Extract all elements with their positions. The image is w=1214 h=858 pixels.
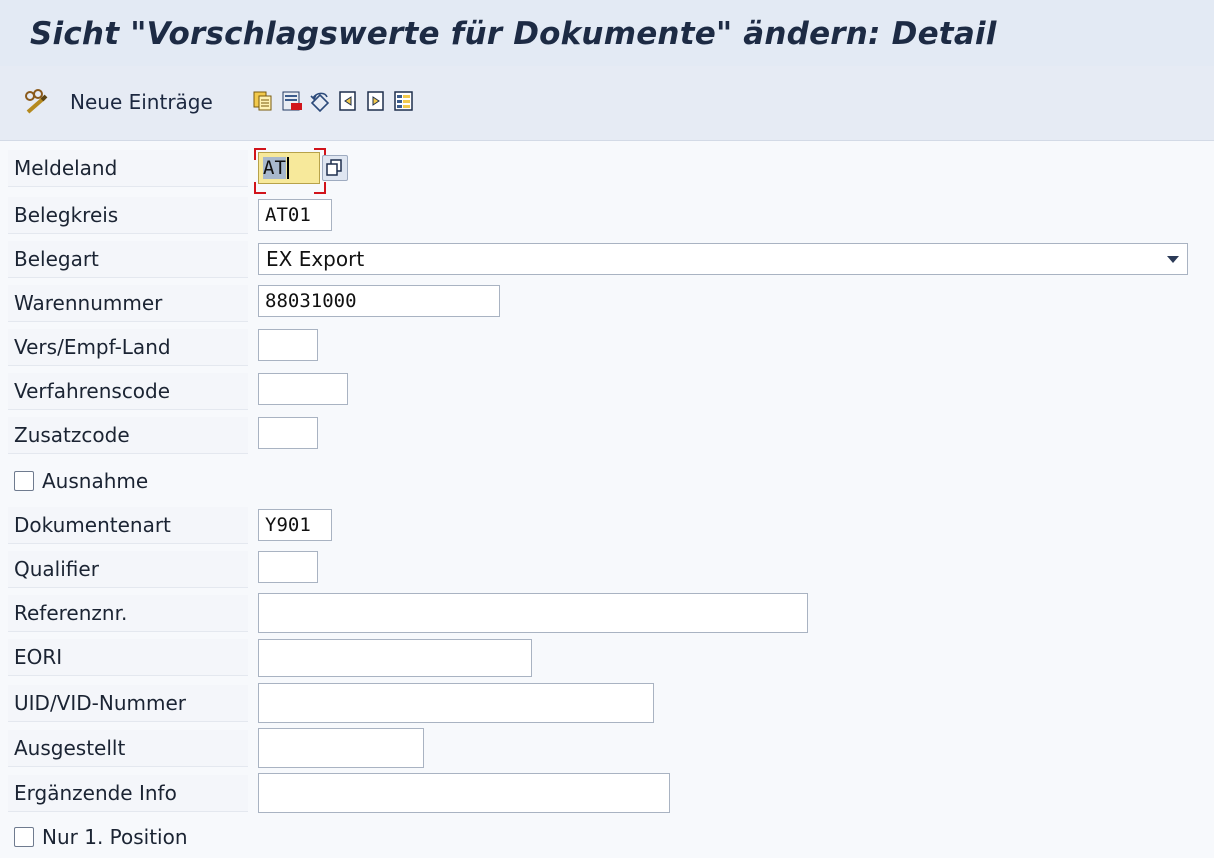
ergaenzende-info-label: Ergänzende Info — [14, 781, 177, 805]
row-belegart: Belegart EX Export — [0, 241, 1214, 278]
referenznr-input[interactable] — [258, 593, 808, 633]
dokumentenart-label: Dokumentenart — [14, 513, 171, 537]
detail-form: Meldeland AT Belegkreis AT01 Belegart EX… — [0, 141, 1214, 858]
row-nur-1-position: Nur 1. Position — [0, 819, 1214, 855]
qualifier-label: Qualifier — [14, 557, 99, 581]
row-uid-vid-nummer: UID/VID-Nummer — [0, 683, 1214, 723]
belegkreis-input[interactable]: AT01 — [258, 199, 332, 231]
ausgestellt-label: Ausgestellt — [14, 736, 126, 760]
row-referenznr: Referenznr. — [0, 593, 1214, 633]
new-entries-button[interactable]: Neue Einträge — [22, 88, 213, 116]
undo-change-icon[interactable] — [309, 90, 331, 112]
row-vers-empf-land: Vers/Empf-Land — [0, 329, 1214, 366]
verfahrenscode-label: Verfahrenscode — [14, 379, 171, 403]
ausnahme-label: Ausnahme — [42, 469, 149, 493]
new-entries-label: Neue Einträge — [70, 90, 213, 114]
ausnahme-checkbox[interactable] — [14, 471, 34, 491]
vers-empf-land-input[interactable] — [258, 329, 318, 361]
meldeland-label: Meldeland — [14, 156, 118, 180]
zusatzcode-input[interactable] — [258, 417, 318, 449]
row-ergaenzende-info: Ergänzende Info — [0, 773, 1214, 813]
row-warennummer: Warennummer 88031000 — [0, 285, 1214, 322]
belegart-select[interactable]: EX Export — [258, 243, 1188, 275]
chevron-down-icon — [1167, 256, 1179, 263]
warennummer-label: Warennummer — [14, 291, 163, 315]
row-ausgestellt: Ausgestellt — [0, 728, 1214, 768]
uid-vid-nummer-input[interactable] — [258, 683, 654, 723]
row-eori: EORI — [0, 639, 1214, 677]
warennummer-input[interactable]: 88031000 — [258, 285, 500, 317]
row-dokumentenart: Dokumentenart Y901 — [0, 507, 1214, 544]
vers-empf-land-label: Vers/Empf-Land — [14, 335, 171, 359]
row-verfahrenscode: Verfahrenscode — [0, 373, 1214, 410]
meldeland-value: AT — [263, 157, 286, 179]
qualifier-input[interactable] — [258, 551, 318, 583]
copy-as-icon[interactable] — [252, 90, 274, 112]
row-meldeland: Meldeland AT — [0, 148, 1214, 194]
ausgestellt-input[interactable] — [258, 728, 424, 768]
glasses-pen-icon — [25, 89, 48, 114]
row-ausnahme: Ausnahme — [0, 463, 1214, 499]
nur-1-position-label: Nur 1. Position — [42, 825, 188, 849]
ergaenzende-info-input[interactable] — [258, 773, 670, 813]
previous-entry-icon[interactable] — [337, 90, 359, 112]
delete-icon[interactable] — [281, 90, 303, 112]
eori-label: EORI — [14, 645, 63, 669]
zusatzcode-label: Zusatzcode — [14, 423, 130, 447]
row-zusatzcode: Zusatzcode — [0, 417, 1214, 454]
row-belegkreis: Belegkreis AT01 — [0, 197, 1214, 234]
title-bar: Sicht "Vorschlagswerte für Dokumente" än… — [0, 0, 1214, 67]
nur-1-position-checkbox[interactable] — [14, 827, 34, 847]
eori-input[interactable] — [258, 639, 532, 677]
belegart-value: EX Export — [266, 247, 365, 271]
row-qualifier: Qualifier — [0, 551, 1214, 588]
verfahrenscode-input[interactable] — [258, 373, 348, 405]
value-help-button[interactable] — [322, 155, 348, 181]
referenznr-label: Referenznr. — [14, 601, 128, 625]
application-toolbar: Neue Einträge — [0, 66, 1214, 141]
belegart-label: Belegart — [14, 247, 99, 271]
next-entry-icon[interactable] — [365, 90, 387, 112]
belegkreis-label: Belegkreis — [14, 203, 119, 227]
select-all-icon[interactable] — [393, 90, 415, 112]
copy-window-icon — [326, 159, 342, 176]
meldeland-input[interactable]: AT — [258, 152, 320, 184]
page-title: Sicht "Vorschlagswerte für Dokumente" än… — [30, 16, 997, 52]
dokumentenart-input[interactable]: Y901 — [258, 509, 332, 541]
uid-vid-nummer-label: UID/VID-Nummer — [14, 691, 187, 715]
